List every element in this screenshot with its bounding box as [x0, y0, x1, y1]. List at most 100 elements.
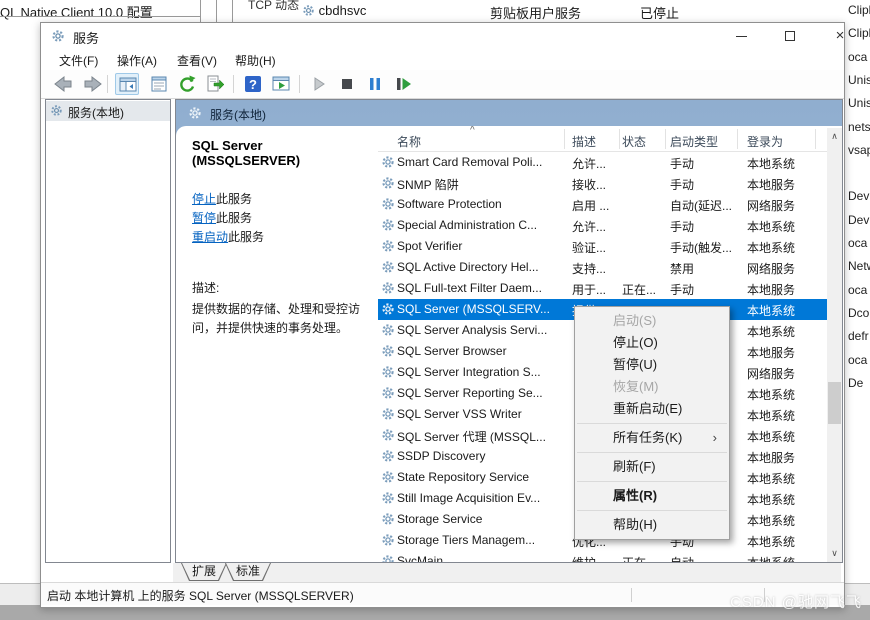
service-logon-as: 本地系统: [747, 554, 813, 562]
properties-icon[interactable]: [147, 73, 171, 95]
service-logon-as: 本地系统: [747, 241, 796, 255]
service-row[interactable]: Software Protection 启用 ... 自动(延迟... 网络服务: [378, 194, 827, 215]
column-divider[interactable]: [564, 129, 565, 149]
service-logon-as: 网络服务: [747, 367, 796, 381]
column-logon[interactable]: 登录为: [747, 133, 783, 150]
column-status[interactable]: 状态: [622, 133, 646, 150]
pane-header-label: 服务(本地): [210, 108, 266, 122]
minimize-button[interactable]: [725, 23, 759, 48]
export-list-icon[interactable]: [203, 73, 227, 95]
column-divider[interactable]: [619, 129, 620, 149]
show-action-pane-icon[interactable]: [269, 73, 293, 95]
background-text-fragment: oca: [848, 49, 868, 64]
status-text: 启动 本地计算机 上的服务 SQL Server (MSSQLSERVER): [47, 589, 354, 603]
pause-service-link[interactable]: 暂停: [192, 211, 216, 225]
menu-separator: [577, 481, 727, 482]
background-service-row: cbdhsvc: [302, 3, 366, 18]
service-logon-as: 本地系统: [747, 535, 796, 549]
gear-icon: [381, 386, 395, 403]
background-window-title: QL Native Client 10.0 配置: [0, 5, 153, 20]
restart-service-link[interactable]: 重启动: [192, 230, 228, 244]
column-divider[interactable]: [665, 129, 666, 149]
gear-icon: [303, 5, 314, 16]
context-menu-item[interactable]: 重新启动(E): [575, 398, 729, 420]
service-row[interactable]: SNMP 陷阱 接收... 手动 本地服务: [378, 173, 827, 194]
stop-service-icon[interactable]: [335, 73, 359, 95]
forward-icon[interactable]: [81, 73, 105, 95]
service-row[interactable]: SQL Active Directory Hel... 支持... 禁用 网络服…: [378, 257, 827, 278]
tab-extended[interactable]: 扩展: [181, 563, 227, 581]
background-text-fragment: Clipl: [848, 3, 870, 17]
start-service-icon[interactable]: [307, 73, 331, 95]
context-menu-item[interactable]: 所有任务(K) ›: [575, 427, 729, 449]
console-tree-panel: 服务(本地): [45, 99, 171, 563]
context-menu-item: 恢复(M): [613, 379, 659, 394]
service-name: SQL Server Analysis Servi...: [397, 323, 548, 337]
refresh-icon[interactable]: [175, 73, 199, 95]
pause-service-icon[interactable]: [363, 73, 387, 95]
restart-service-icon[interactable]: [391, 73, 415, 95]
service-description: 支持...: [572, 262, 607, 276]
service-logon-as: 本地系统: [747, 304, 796, 318]
tree-item-services-local[interactable]: 服务(本地): [46, 101, 170, 121]
column-name[interactable]: 名称: [397, 133, 421, 150]
menu-separator: [577, 423, 727, 424]
menu-separator: [577, 452, 727, 453]
divider: [0, 16, 200, 17]
titlebar[interactable]: 服务 ×: [41, 23, 844, 49]
gear-icon: [381, 512, 395, 529]
column-desc[interactable]: 描述: [572, 133, 596, 150]
service-description: 启用 ...: [572, 199, 610, 213]
services-gear-icon: [51, 29, 65, 48]
menu-help[interactable]: 帮助(H): [235, 52, 276, 69]
column-startup[interactable]: 启动类型: [670, 133, 718, 150]
service-name: SvcMain: [397, 554, 444, 562]
back-icon[interactable]: [51, 73, 75, 95]
help-icon[interactable]: ?: [241, 73, 265, 95]
menu-separator: [577, 510, 727, 511]
context-menu-item[interactable]: 帮助(H): [575, 514, 729, 536]
service-row[interactable]: Special Administration C... 允许... 手动 本地系…: [378, 215, 827, 236]
column-divider[interactable]: [815, 129, 816, 149]
context-menu-item[interactable]: 属性(R): [575, 485, 729, 507]
gear-icon: [381, 218, 395, 235]
context-menu-item[interactable]: 停止(O): [575, 332, 729, 354]
service-logon-as: 本地服务: [747, 178, 796, 192]
menu-view[interactable]: 查看(V): [177, 52, 217, 69]
service-status: 正在...: [622, 283, 657, 297]
service-startup-type: 自动(延迟...: [670, 199, 732, 213]
column-divider[interactable]: [737, 129, 738, 149]
show-console-tree-icon[interactable]: [115, 73, 139, 95]
toolbar-separator: [107, 75, 108, 93]
background-text-fragment: Devi: [848, 189, 870, 204]
service-row[interactable]: Spot Verifier 验证... 手动(触发... 本地系统: [378, 236, 827, 257]
stop-service-link[interactable]: 停止: [192, 192, 216, 206]
tab-standard[interactable]: 标准: [225, 563, 271, 581]
service-name: Smart Card Removal Poli...: [397, 155, 543, 169]
maximize-button[interactable]: [774, 23, 808, 48]
background-window-top: QL Native Client 10.0 配置 TCP 动态 cbdhsvc …: [0, 0, 870, 22]
close-button[interactable]: ×: [823, 23, 857, 48]
service-row[interactable]: SvcMain 维护 正在 自动 本地系统: [378, 551, 827, 562]
scroll-down-icon[interactable]: ∨: [827, 545, 842, 561]
scroll-up-icon[interactable]: ∧: [827, 128, 842, 144]
service-startup-type: 手动: [670, 220, 695, 234]
gear-icon: [189, 107, 201, 119]
gear-icon: [381, 554, 395, 562]
service-name: Software Protection: [397, 197, 502, 211]
service-row[interactable]: SQL Full-text Filter Daem... 用于... 正在...…: [378, 278, 827, 299]
menu-action[interactable]: 操作(A): [117, 52, 157, 69]
service-row[interactable]: Smart Card Removal Poli... 允许... 手动 本地系统: [378, 152, 827, 173]
context-menu-item[interactable]: 暂停(U): [575, 354, 729, 376]
vertical-scrollbar[interactable]: ∧ ∨: [827, 128, 842, 562]
menu-file[interactable]: 文件(F): [59, 52, 98, 69]
watermark: CSDN @驰网飞飞: [730, 594, 862, 611]
scrollbar-thumb[interactable]: [828, 382, 841, 424]
context-menu-item[interactable]: 刷新(F): [575, 456, 729, 478]
action-suffix: 此服务: [228, 230, 265, 244]
service-logon-as: 本地服务: [747, 346, 796, 360]
gear-icon: [381, 365, 395, 382]
service-description: 允许...: [572, 220, 607, 234]
maximize-icon: [785, 31, 795, 41]
service-description: 维护: [572, 554, 620, 562]
